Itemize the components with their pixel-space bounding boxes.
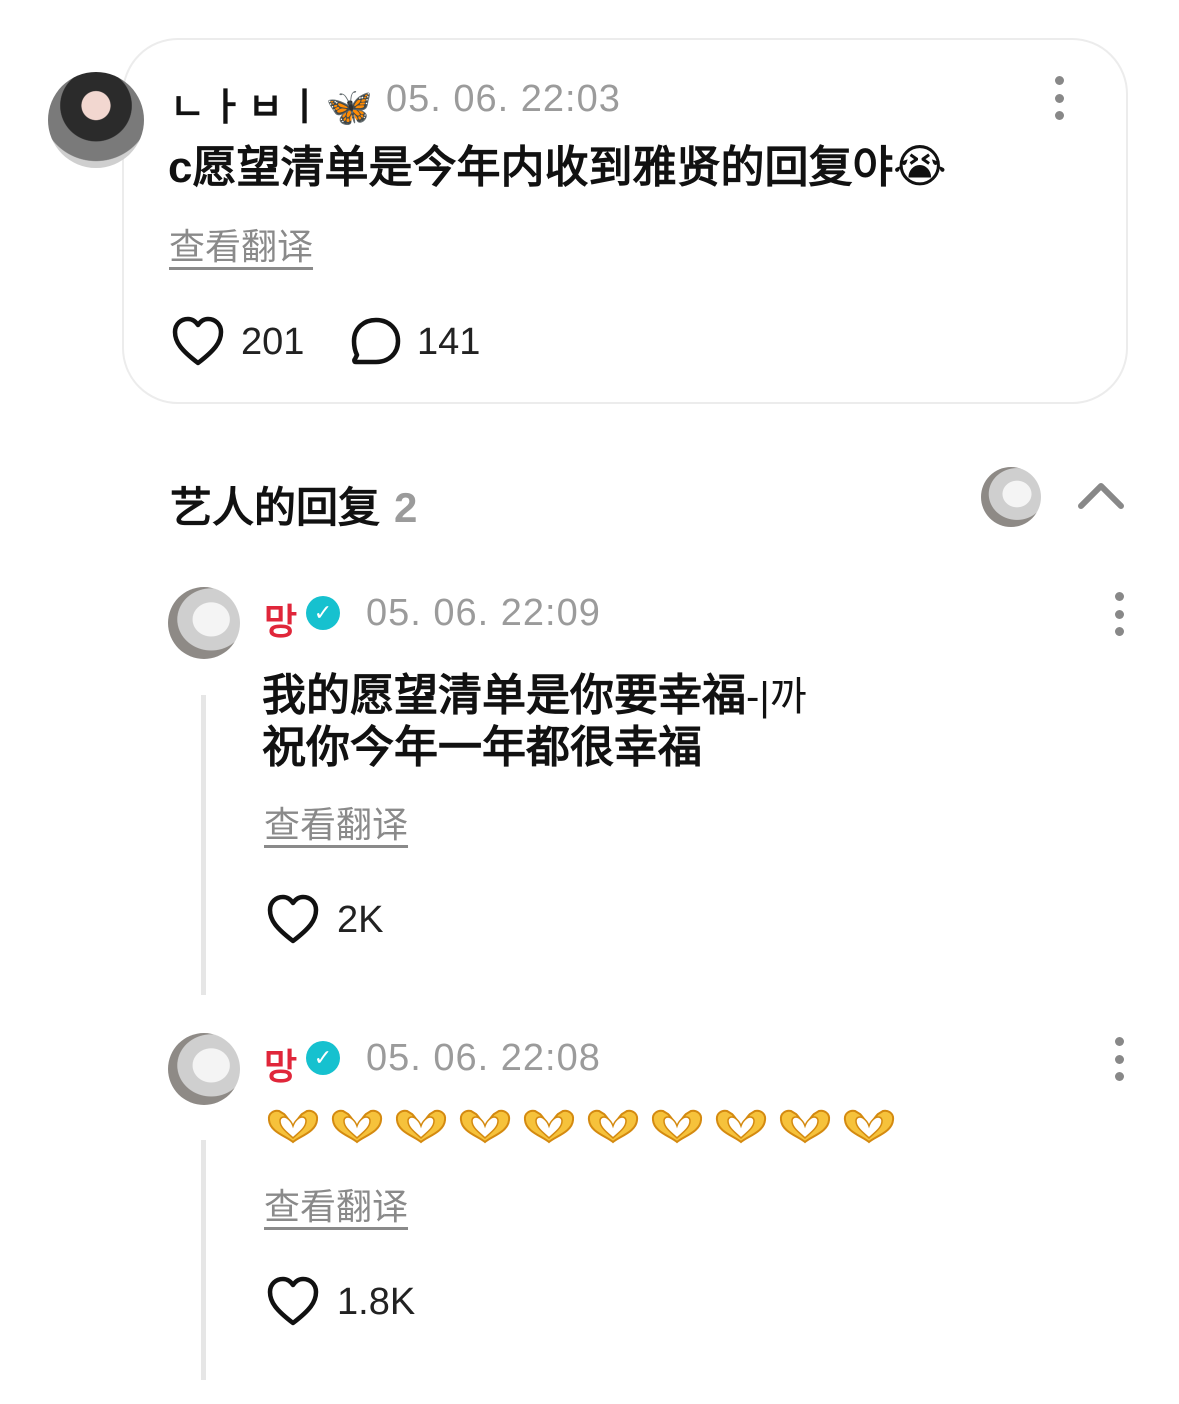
- thread-line: [201, 1140, 206, 1380]
- artist-avatar[interactable]: [168, 587, 240, 659]
- artist-avatar-small: [981, 467, 1041, 527]
- translate-link[interactable]: 查看翻译: [264, 796, 408, 848]
- comment-timestamp: 05. 06. 22:03: [386, 78, 621, 120]
- like-count: 201: [241, 321, 305, 363]
- comment-text-body: c愿望清单是今年内收到雅贤的回复야: [168, 143, 893, 192]
- artist-replies-title: 艺人的回复: [170, 484, 381, 531]
- comment-bubble-icon[interactable]: [350, 316, 404, 368]
- heart-icon[interactable]: [266, 1276, 320, 1328]
- verified-badge-icon: ✓: [306, 596, 340, 630]
- heart-hands-emoji: [330, 1108, 384, 1144]
- crying-emoji: 😭: [892, 140, 947, 192]
- reply-text-line2: 祝你今年一年都很幸福: [262, 723, 702, 772]
- heart-hands-emoji: [266, 1108, 320, 1144]
- heart-icon[interactable]: [266, 894, 320, 946]
- heart-hands-emoji: [842, 1108, 896, 1144]
- artist-avatar[interactable]: [168, 1033, 240, 1105]
- reply-text-line1: 我的愿望清单是你要幸福-|까: [262, 670, 807, 723]
- like-count: 2K: [337, 899, 384, 941]
- comment-username[interactable]: ㄴㅏㅂㅣ🦋: [170, 76, 377, 131]
- heart-icon[interactable]: [171, 316, 225, 368]
- artist-replies-count: 2: [394, 484, 418, 531]
- translate-link[interactable]: 查看翻译: [264, 1178, 408, 1230]
- thread-line: [201, 695, 206, 995]
- like-count: 1.8K: [337, 1281, 416, 1323]
- more-vertical-icon[interactable]: [1053, 76, 1065, 120]
- comment-text: c愿望清单是今年内收到雅贤的回复야😭: [168, 140, 947, 194]
- reply-text-line1-suffix: -|까: [746, 675, 807, 719]
- more-vertical-icon[interactable]: [1113, 592, 1125, 636]
- heart-hands-emoji: [458, 1108, 512, 1144]
- reply-text-line1-body: 我的愿望清单是你要幸福: [262, 671, 746, 720]
- reply-timestamp: 05. 06. 22:09: [366, 592, 601, 634]
- heart-hands-emoji: [522, 1108, 576, 1144]
- chevron-up-icon[interactable]: [1077, 478, 1125, 510]
- artist-name[interactable]: 망: [264, 1038, 297, 1090]
- user-avatar[interactable]: [48, 72, 144, 168]
- heart-hands-emoji: [778, 1108, 832, 1144]
- heart-hands-emoji: [650, 1108, 704, 1144]
- reply-timestamp: 05. 06. 22:08: [366, 1037, 601, 1079]
- artist-replies-header: 艺人的回复 2: [170, 474, 417, 535]
- more-vertical-icon[interactable]: [1113, 1037, 1125, 1081]
- reply-count: 141: [417, 321, 481, 363]
- heart-hands-emoji: [586, 1108, 640, 1144]
- heart-hands-emoji-row: [266, 1108, 896, 1144]
- translate-link[interactable]: 查看翻译: [169, 218, 313, 270]
- heart-hands-emoji: [394, 1108, 448, 1144]
- artist-name[interactable]: 망: [264, 593, 297, 645]
- heart-hands-emoji: [714, 1108, 768, 1144]
- verified-badge-icon: ✓: [306, 1041, 340, 1075]
